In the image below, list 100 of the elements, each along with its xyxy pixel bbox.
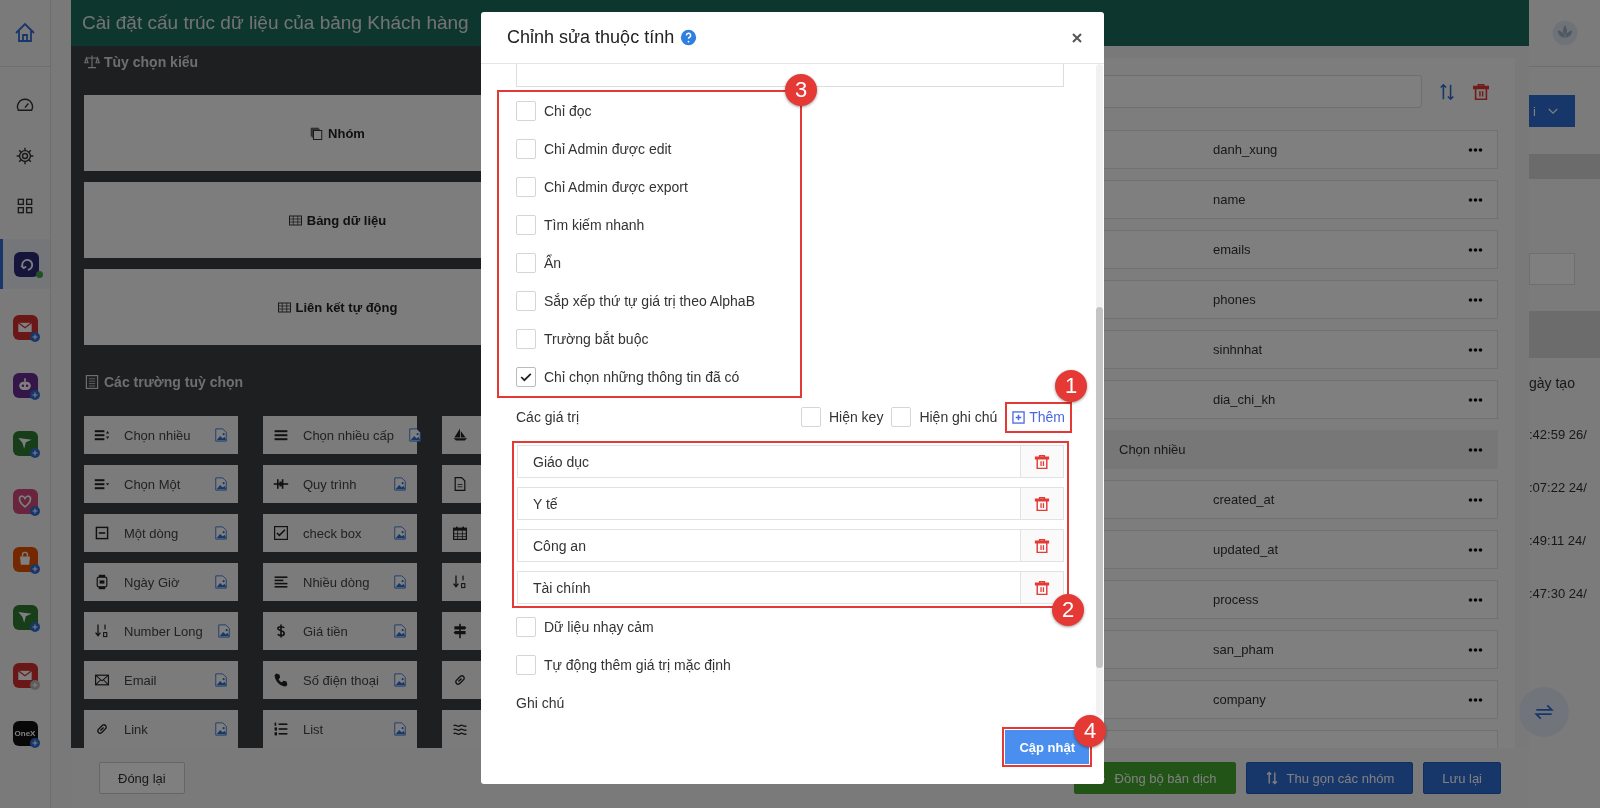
close-icon[interactable] (1071, 31, 1083, 44)
image-icon (214, 575, 228, 589)
field-type-label: Số điện thoại (303, 672, 379, 688)
checkbox[interactable] (800, 407, 821, 427)
section-title: Các trường tuỳ chọn (104, 374, 244, 390)
image-icon (214, 722, 228, 736)
field-type-label: check box (303, 525, 363, 541)
more-icon[interactable] (1468, 646, 1483, 653)
field-type-tile[interactable]: check box (263, 514, 417, 552)
chevron-down-icon (1547, 107, 1558, 115)
checkbox[interactable] (516, 291, 536, 311)
checkbox[interactable] (516, 367, 536, 387)
field-type-label: Chọn nhiều (124, 427, 192, 443)
close-button[interactable]: Đóng lại (99, 762, 185, 794)
field-type-label: Number Long (124, 623, 203, 639)
checkbox[interactable] (516, 253, 536, 273)
checkbox[interactable] (516, 139, 536, 159)
checkbox[interactable] (516, 617, 536, 637)
more-icon[interactable] (1468, 396, 1483, 403)
add-link[interactable]: Thêm (1012, 409, 1065, 425)
option-label: Tự động thêm giá trị mặc định (544, 657, 731, 673)
field-type-label: Ngày Giờ (124, 574, 181, 590)
help-icon[interactable] (680, 29, 698, 46)
field-name: emails (1213, 242, 1252, 257)
sort-icon (1264, 771, 1279, 785)
more-icon[interactable] (1468, 496, 1483, 503)
app-shortcut[interactable]: OneX (0, 705, 50, 761)
table-icon (287, 212, 303, 228)
app-shortcut[interactable] (0, 239, 50, 289)
field-type-tile[interactable]: Chọn Một (84, 465, 238, 503)
field-type-tile[interactable]: Email (84, 661, 238, 699)
delete-button[interactable] (1021, 445, 1064, 478)
checkbox[interactable] (891, 407, 912, 427)
watch-icon (94, 574, 110, 590)
more-icon[interactable] (1468, 696, 1483, 703)
image-icon (393, 624, 407, 638)
checkbox[interactable] (516, 329, 536, 349)
value-field[interactable]: Giáo dục (517, 445, 1021, 478)
checkbox[interactable] (516, 655, 536, 675)
floating-button[interactable] (1519, 687, 1569, 737)
field-type-label: Giá tiền (303, 623, 349, 639)
field-type-tile[interactable]: Ngày Giờ (84, 563, 238, 601)
logo-icon (1551, 20, 1578, 46)
action-button[interactable]: i (1529, 95, 1575, 127)
more-icon[interactable] (1468, 346, 1483, 353)
app-logo (12, 546, 38, 572)
checkbox[interactable] (516, 101, 536, 121)
field-type-tile[interactable]: Link (84, 710, 238, 748)
delete-button[interactable] (1021, 529, 1064, 562)
more-icon[interactable] (1468, 146, 1483, 153)
field-type-tile[interactable]: Number Long (84, 612, 238, 650)
field-name: name (1213, 192, 1247, 207)
table-cell-text: :49:11 24/ (1529, 533, 1587, 550)
more-icon[interactable] (1468, 546, 1483, 553)
field-type-tile[interactable]: Một dòng (84, 514, 238, 552)
app-logo: OneX (12, 720, 38, 746)
field-name: company (1213, 692, 1267, 707)
delete-icon (1034, 579, 1050, 596)
column-header: gày tạo (1529, 375, 1575, 391)
more-icon[interactable] (1468, 246, 1483, 253)
field-type-tile[interactable]: Nhiều dòng (263, 563, 417, 601)
more-icon[interactable] (1468, 296, 1483, 303)
field-name: created_at (1213, 492, 1276, 507)
tile-label: Liên kết tự động (295, 299, 398, 315)
checkbox-icon (273, 525, 289, 541)
plus-square-icon (1012, 410, 1026, 424)
collapse-groups-button[interactable]: Thu gọn các nhóm (1245, 762, 1414, 794)
field-type-tile[interactable]: List (263, 710, 417, 748)
sort-icon[interactable] (1438, 82, 1456, 101)
field-name: dia_chi_kh (1213, 392, 1277, 407)
app-logo (12, 662, 38, 688)
field-type-tile[interactable]: Quy trình (263, 465, 417, 503)
value-field[interactable]: Tài chính (517, 571, 1021, 604)
more-icon[interactable] (1468, 196, 1483, 203)
scrollbar[interactable] (1096, 64, 1103, 716)
section-title: Tùy chọn kiểu (104, 54, 199, 70)
delete-icon (1472, 82, 1490, 101)
field-name: Chọn nhiều (1119, 442, 1187, 457)
field-type-label: Chọn Một (124, 476, 182, 492)
signpost-icon (452, 623, 468, 639)
checkbox[interactable] (516, 215, 536, 235)
field-type-tile[interactable]: Chọn nhiều (84, 416, 238, 454)
delete-icon (1034, 537, 1050, 554)
field-type-tile[interactable]: Số điện thoại (263, 661, 417, 699)
save-button[interactable]: Lưu lại (1423, 762, 1501, 794)
table-cell-text: :47:30 24/ (1529, 586, 1588, 603)
option-label: Chỉ đọc (544, 103, 592, 119)
value-field[interactable]: Công an (517, 529, 1021, 562)
image-icon (393, 575, 407, 589)
more-icon[interactable] (1468, 446, 1483, 453)
delete-button[interactable] (1021, 571, 1064, 604)
value-field[interactable]: Y tế (517, 487, 1021, 520)
field-type-tile[interactable]: Giá tiền (263, 612, 417, 650)
list-select-icon (94, 427, 110, 443)
checkbox[interactable] (516, 177, 536, 197)
delete-button[interactable] (1021, 487, 1064, 520)
more-icon[interactable] (1468, 596, 1483, 603)
tile-label: Bảng dữ liệu (306, 212, 387, 228)
option-label: Hiện key (828, 409, 884, 425)
phone-icon (273, 672, 289, 688)
